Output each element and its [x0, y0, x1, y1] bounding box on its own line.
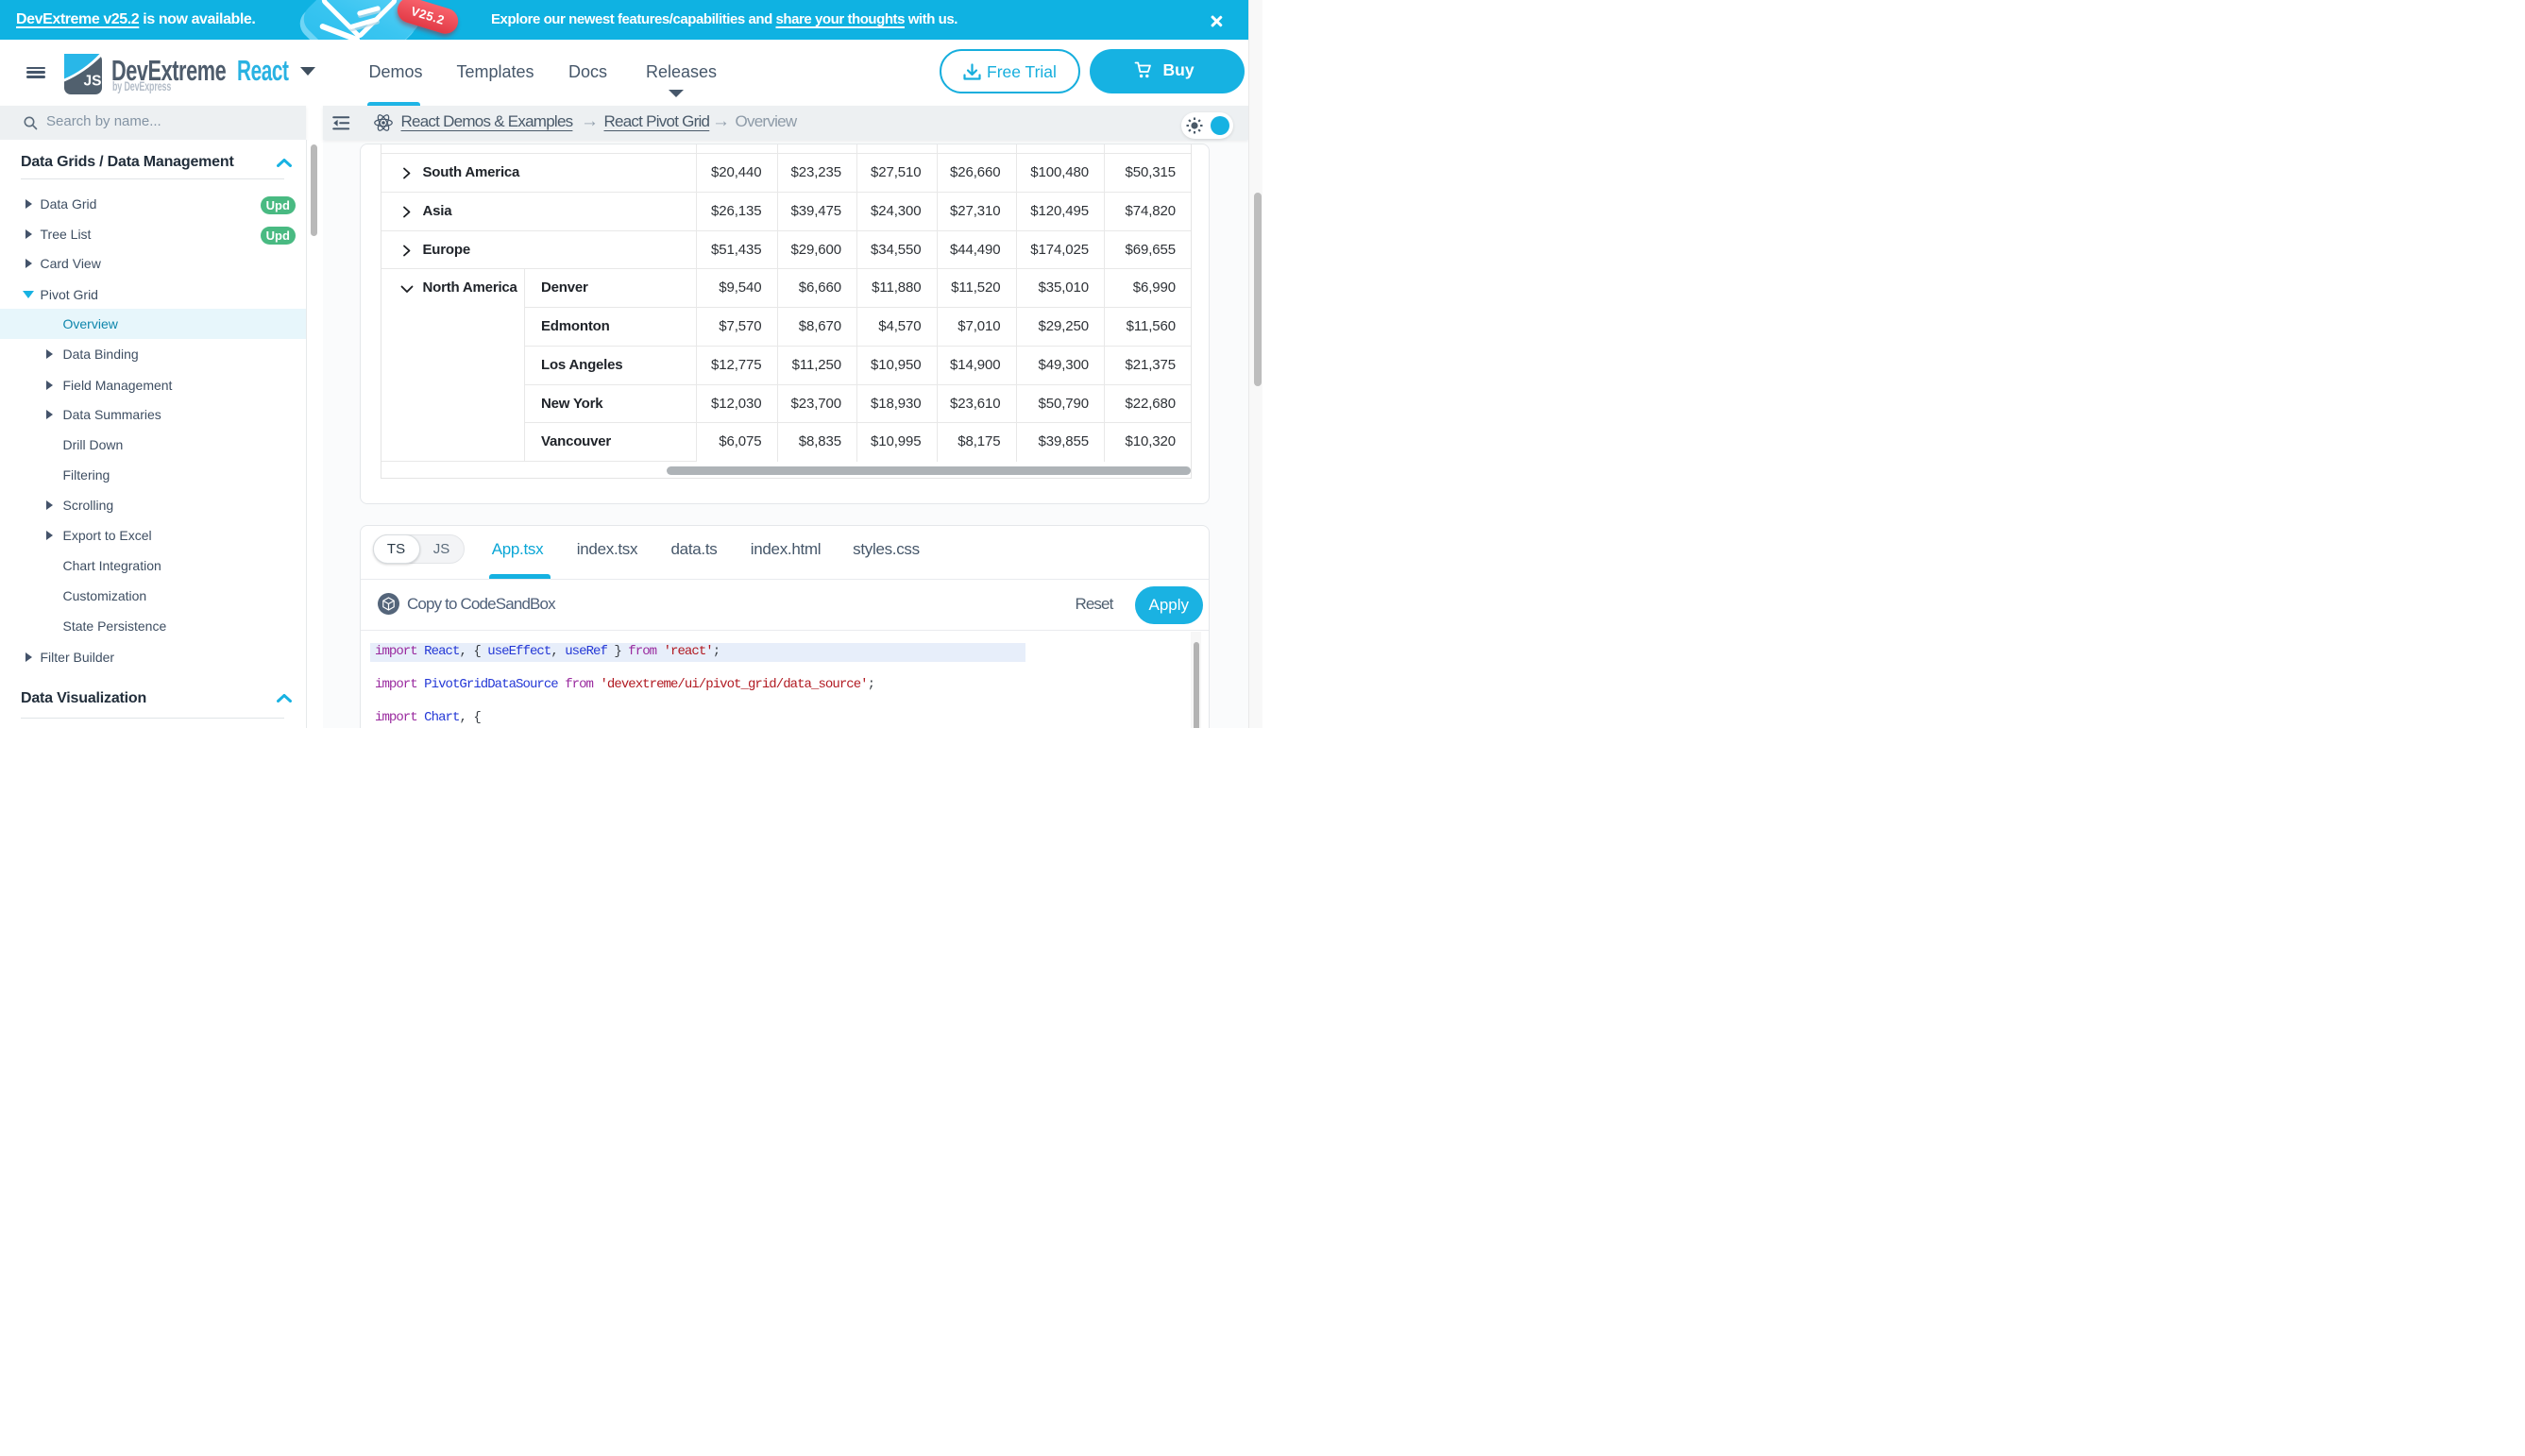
svg-text:JS: JS	[84, 74, 102, 90]
